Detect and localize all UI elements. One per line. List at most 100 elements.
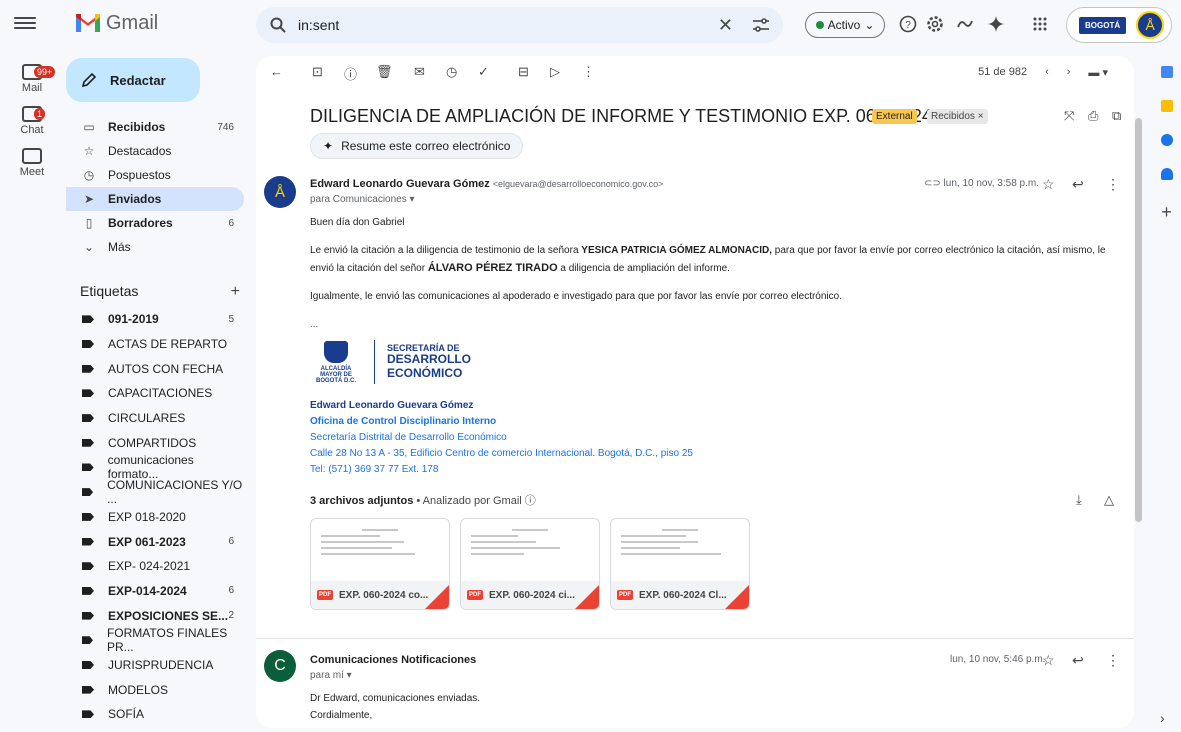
nav-item-inbox[interactable]: ▭ Recibidos 746 [66,115,244,139]
expand-panel-icon[interactable]: › [1160,710,1165,726]
reply-sender-name[interactable]: Comunicaciones Notificaciones [310,654,476,666]
nav-item-snoozed[interactable]: ◷ Pospuestos [66,163,244,187]
snooze-icon[interactable]: ◷ [446,64,457,80]
star-icon[interactable]: ☆ [1042,176,1055,193]
label-item[interactable]: EXP-014-2024 6 [66,579,244,604]
move-to-icon[interactable]: ⊟ [518,64,529,80]
main-menu-button[interactable] [14,14,36,32]
delete-icon[interactable]: 🗑 [376,64,393,80]
contacts-icon[interactable] [1160,168,1173,180]
nav-item-sent[interactable]: ➤ Enviados [66,187,244,211]
download-all-icon[interactable]: ⤓ [1076,492,1082,508]
label-item[interactable]: MODELOS [66,677,244,702]
label-item[interactable]: JURISPRUDENCIA [66,653,244,678]
back-arrow-icon[interactable]: ← [270,64,283,79]
inbox-label-chip[interactable]: Recibidos × [927,109,988,124]
account-avatar[interactable]: Å [1136,11,1165,39]
signature-entity: Secretaría Distrital de Desarrollo Econó… [310,432,507,443]
open-new-window-icon[interactable]: ⧉ [1112,108,1121,124]
status-selector[interactable]: Activo ⌄ [805,12,885,38]
chat-badge: 1 [34,108,46,120]
rail-mail[interactable]: 99+ Mail [0,64,64,94]
search-bar[interactable]: in:sent ✕ [256,7,783,43]
rail-meet[interactable]: Meet [0,148,64,178]
attachment-card[interactable]: PDF EXP. 060-2024 ci... [460,518,600,610]
next-icon[interactable]: › [1067,66,1071,79]
quoted-ellipsis[interactable]: ... [310,316,1130,334]
search-icon[interactable] [270,17,286,33]
nav-item-more[interactable]: ⌄ Más [66,235,244,259]
label-tag-icon [82,537,94,546]
label-item[interactable]: ACTAS DE REPARTO [66,332,244,357]
help-icon[interactable]: ? [898,14,918,34]
recipients[interactable]: para Comunicaciones ▾ [310,194,415,205]
signature-address[interactable]: Calle 28 No 13 A - 35, Edificio Centro d… [310,446,693,462]
label-icon[interactable]: ▷ [550,64,560,80]
label-item[interactable]: comunicaciones formato... [66,453,244,481]
gemini-icon[interactable] [986,14,1006,34]
more-options-icon[interactable]: ⋮ [582,64,595,80]
add-label-icon[interactable]: + [231,283,240,301]
add-addon-icon[interactable]: + [1152,202,1181,223]
labels-list: 091-2019 5 ACTAS DE REPARTO AUTOS CON FEC… [66,307,244,727]
star-icon[interactable]: ☆ [1042,652,1055,669]
label-item[interactable]: EXP 018-2020 [66,505,244,530]
reply-icon[interactable]: ↩ [1072,652,1084,669]
calendar-icon[interactable] [1160,66,1173,78]
label-item[interactable]: COMUNICACIONES Y/O ... [66,478,244,506]
signature: Edward Leonardo Guevara Gómez Oficina de… [310,398,693,478]
reply-icon[interactable]: ↩ [1072,176,1084,193]
collapse-all-icon[interactable]: ⤧ [1064,108,1074,124]
prev-icon[interactable]: ‹ [1045,66,1049,79]
add-to-drive-icon[interactable]: △ [1104,492,1114,508]
signature-name: Edward Leonardo Guevara Gómez [310,400,474,411]
compose-button[interactable]: Redactar [66,58,200,102]
apps-grid-icon[interactable] [1030,14,1050,34]
label-item[interactable]: EXPOSICIONES SE... 2 [66,603,244,628]
label-item[interactable]: EXP- 024-2021 [66,554,244,579]
sender-avatar[interactable]: Å [264,176,296,208]
nav-item-drafts[interactable]: ▯ Borradores 6 [66,211,244,235]
tasks-icon[interactable] [1160,134,1173,146]
nav-item-starred[interactable]: ☆ Destacados [66,139,244,163]
reply-sender-avatar[interactable]: C [264,650,296,682]
attachment-card[interactable]: PDF EXP. 060-2024 co... [310,518,450,610]
meet-icon [22,148,42,164]
add-task-icon[interactable]: ✓ [478,64,489,80]
reply-recipients[interactable]: para mí ▾ [310,670,352,681]
scrollbar-thumb[interactable] [1135,118,1142,522]
nav-label: Recibidos [108,120,166,134]
label-item[interactable]: COMPARTIDOS [66,430,244,455]
print-icon[interactable]: ⎙ [1088,108,1098,124]
link-icon[interactable] [955,14,975,34]
summarize-label: Resume este correo electrónico [341,139,511,153]
label-item[interactable]: FORMATOS FINALES PR... [66,626,244,654]
mark-unread-icon[interactable]: ✉ [414,64,425,80]
label-item[interactable]: EXP 061-2023 6 [66,529,244,554]
signature-phone[interactable]: Tel: (571) 369 37 77 Ext. 178 [310,462,693,478]
label-item[interactable]: SOFÍA [66,702,244,727]
rail-chat-label: Chat [20,124,44,136]
more-options-icon[interactable]: ⋮ [1106,652,1120,669]
label-item[interactable]: CIRCULARES [66,406,244,431]
input-tools-icon[interactable]: ▬ ▾ [1088,66,1108,79]
label-item[interactable]: CAPACITACIONES [66,381,244,406]
keep-icon[interactable] [1160,100,1173,112]
summarize-button[interactable]: ✦ Resume este correo electrónico [310,133,524,159]
label-item[interactable]: 091-2019 5 [66,307,244,332]
attachment-name: EXP. 060-2024 co... [339,589,429,601]
account-button[interactable]: BOGOTÁ Å [1066,7,1172,43]
report-spam-icon[interactable]: ⓘ [344,64,357,83]
more-options-icon[interactable]: ⋮ [1106,176,1120,193]
search-options-icon[interactable] [753,18,769,32]
sender-name[interactable]: Edward Leonardo Guevara Gómez [310,178,490,190]
settings-icon[interactable] [925,14,945,34]
search-input[interactable]: in:sent [298,17,718,33]
label-item[interactable]: AUTOS CON FECHA [66,356,244,381]
attachment-card[interactable]: PDF EXP. 060-2024 Cl... [610,518,750,610]
clear-search-icon[interactable]: ✕ [718,15,733,36]
rail-chat[interactable]: 1 Chat [0,106,64,136]
logo-divider [374,340,375,384]
archive-icon[interactable]: ⊡ [312,64,323,80]
gmail-logo[interactable]: Gmail [76,10,158,36]
